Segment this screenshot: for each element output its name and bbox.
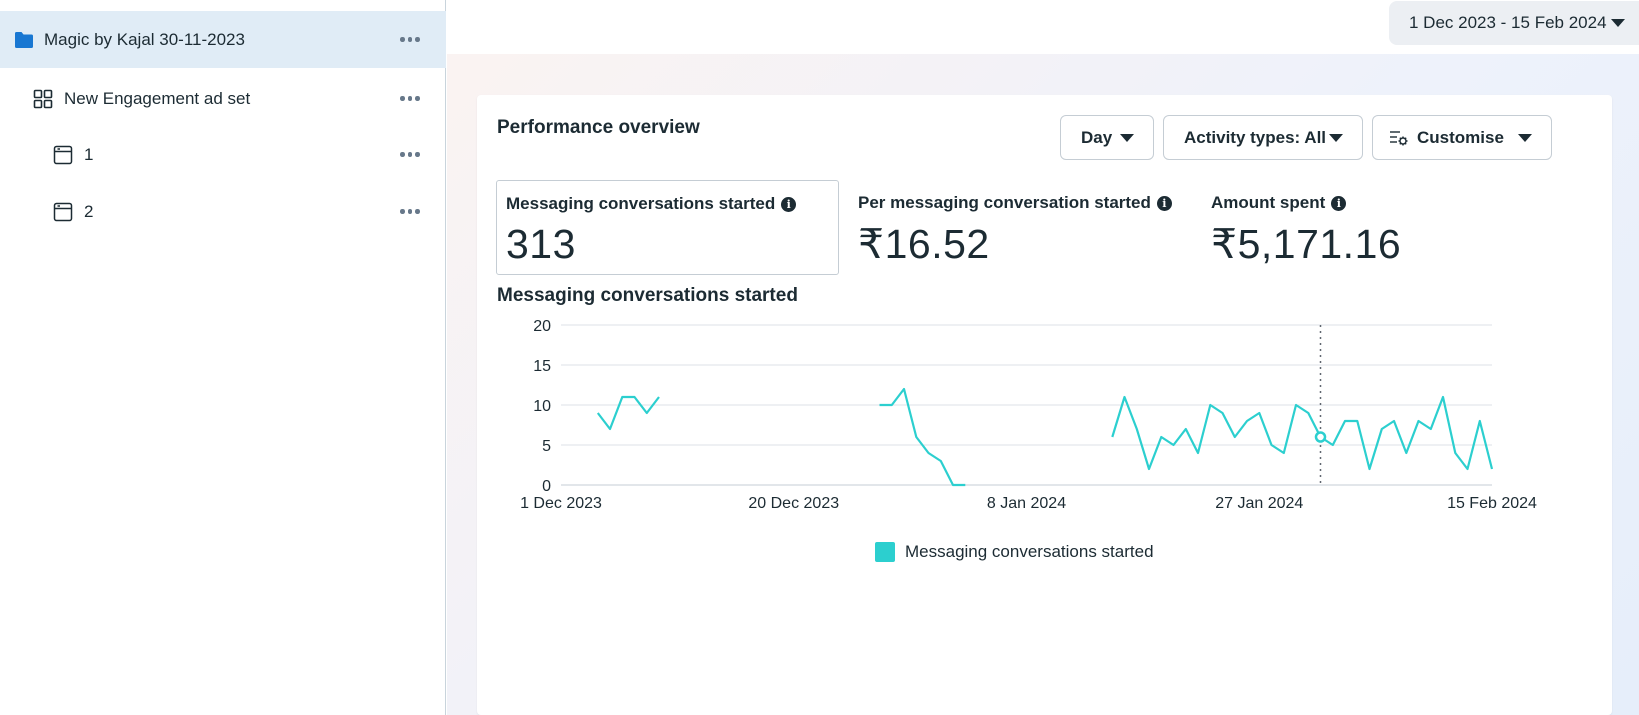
hover-point [1314,431,1327,443]
ad-row-1[interactable]: 1 [0,126,446,183]
ad-2-more-icon[interactable] [396,202,424,222]
top-bar: 1 Dec 2023 - 15 Feb 2024 [447,0,1639,54]
grid-icon [32,88,54,110]
ad-row-2[interactable]: 2 [0,183,446,240]
adset-label: New Engagement ad set [64,88,251,108]
x-tick-label: 15 Feb 2024 [1447,495,1537,512]
line-chart: 0 5 10 15 20 1 Dec 2023 20 Dec 2023 8 Jan 2024 2… [520,318,1537,512]
campaign-label: Magic by Kajal 30-11-2023 [44,29,245,49]
ad-1-more-icon[interactable] [396,145,424,165]
chart-legend: Messaging conversations started [875,542,1154,562]
chevron-down-icon [1611,19,1625,27]
performance-card: Performance overview Day Activity types:… [477,95,1612,715]
series-line [879,387,966,487]
adset-row[interactable]: New Engagement ad set [0,70,446,127]
legend-swatch [875,542,895,562]
adset-more-icon[interactable] [396,89,424,109]
y-tick-label: 20 [533,318,551,335]
series-line [1111,395,1494,471]
ad-icon [52,201,74,223]
main-area: 1 Dec 2023 - 15 Feb 2024 Performance ove… [447,0,1639,715]
sidebar: Magic by Kajal 30-11-2023 New Engagement… [0,0,446,715]
x-tick-label: 20 Dec 2023 [748,495,839,512]
legend-label: Messaging conversations started [905,542,1154,561]
y-tick-label: 10 [533,398,551,415]
campaign-more-icon[interactable] [396,30,424,50]
series-line [596,395,660,431]
folder-icon [13,29,35,51]
x-tick-label: 1 Dec 2023 [520,495,602,512]
y-tick-label: 5 [542,438,551,455]
date-range-label: 1 Dec 2023 - 15 Feb 2024 [1409,13,1607,32]
y-tick-label: 0 [542,478,551,495]
y-tick-label: 15 [533,358,551,375]
date-range-picker[interactable]: 1 Dec 2023 - 15 Feb 2024 [1389,1,1639,45]
x-tick-label: 8 Jan 2024 [987,495,1066,512]
ad-label-2: 2 [84,201,94,221]
ad-icon [52,144,74,166]
campaign-row[interactable]: Magic by Kajal 30-11-2023 [0,11,446,68]
x-tick-label: 27 Jan 2024 [1215,495,1303,512]
ad-label-1: 1 [84,144,94,164]
